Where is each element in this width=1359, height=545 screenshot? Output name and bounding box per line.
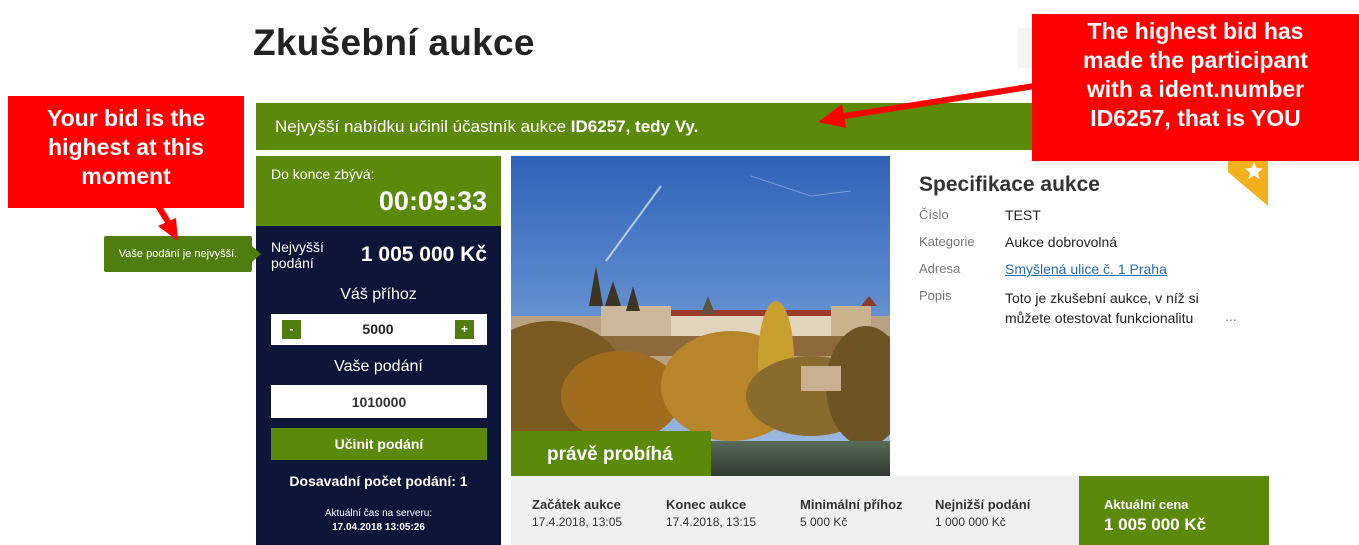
callout-left-line: highest at this: [48, 134, 204, 160]
prague-castle-image: [511, 156, 890, 476]
current-price-label: Aktuální cena: [1104, 497, 1189, 512]
spec-key-number: Číslo: [919, 207, 949, 222]
lowest-bid-label: Nejnižší podání: [935, 497, 1031, 512]
spec-key-category: Kategorie: [919, 234, 975, 249]
address-link[interactable]: Smyšlená ulice č. 1 Praha: [1005, 261, 1167, 277]
start-value: 17.4.2018, 13:05: [532, 515, 623, 529]
server-time-label: Aktuální čas na serveru:: [324, 508, 433, 519]
callout-right-line: ID6257, that is YOU: [1090, 105, 1301, 131]
min-increment-label: Minimální příhoz: [800, 497, 903, 512]
callout-left-line: Your bid is the: [46, 105, 206, 131]
banner-bidder-id: ID6257, tedy Vy.: [570, 117, 699, 136]
spec-key-description: Popis: [919, 288, 952, 303]
auction-status-badge: právě probíhá: [511, 431, 711, 476]
increment-label: Váš příhoz: [340, 286, 417, 303]
start-label: Začátek aukce: [532, 497, 621, 512]
current-price-value: 1 005 000 Kč: [1104, 515, 1207, 534]
auction-photo: [511, 156, 890, 476]
end-value: 17.4.2018, 13:15: [666, 515, 757, 529]
callout-right-line: The highest bid has: [1087, 18, 1304, 44]
min-increment-value: 5 000 Kč: [800, 515, 848, 529]
callout-left-line: moment: [81, 163, 171, 189]
end-label: Konec aukce: [666, 497, 747, 512]
increment-button[interactable]: +: [455, 320, 474, 339]
lowest-bid-value: 1 000 000 Kč: [935, 515, 1006, 529]
highest-bid-tooltip: Vaše podání je nejvyšší.: [104, 236, 252, 272]
spec-value-description: Toto je zkušební aukce, v níž si můžete …: [1005, 290, 1199, 326]
bid-count-value: 1: [459, 473, 468, 489]
callout-right-line: made the participant: [1083, 47, 1308, 73]
your-bid-input[interactable]: [271, 385, 487, 418]
spec-title: Specifikace aukce: [919, 173, 1100, 196]
more-ellipsis-icon[interactable]: ...: [1225, 308, 1237, 324]
decrement-button[interactable]: -: [282, 320, 301, 339]
page-title: Zkušební aukce: [253, 22, 535, 63]
callout-right-line: with a ident.number: [1086, 76, 1305, 102]
spec-value-category: Aukce dobrovolná: [1005, 234, 1118, 250]
spec-value-number: TEST: [1005, 207, 1041, 223]
callout-right: The highest bid has made the participant…: [1032, 14, 1359, 161]
highest-bid-label: Nejvyšší podání: [271, 239, 324, 271]
your-bid-label: Vaše podání: [334, 358, 423, 375]
submit-bid-button[interactable]: Učinit podání: [271, 428, 487, 460]
bid-count-label: Dosavadní počet podání:: [289, 473, 456, 489]
countdown-label: Do konce zbývá:: [271, 166, 375, 182]
highest-bid-value: 1 005 000 Kč: [360, 243, 487, 266]
banner-text: Nejvyšší nabídku učinil účastník aukce: [275, 117, 567, 136]
server-time-value: 17.04.2018 13:05:26: [332, 522, 425, 533]
increment-value[interactable]: 5000: [301, 321, 455, 337]
countdown-timer: 00:09:33: [378, 186, 487, 216]
spec-key-address: Adresa: [919, 261, 961, 276]
tooltip-pointer: [252, 246, 261, 262]
callout-left: Your bid is the highest at this moment: [8, 96, 244, 208]
bid-count: Dosavadní počet podání: 1: [256, 473, 501, 489]
